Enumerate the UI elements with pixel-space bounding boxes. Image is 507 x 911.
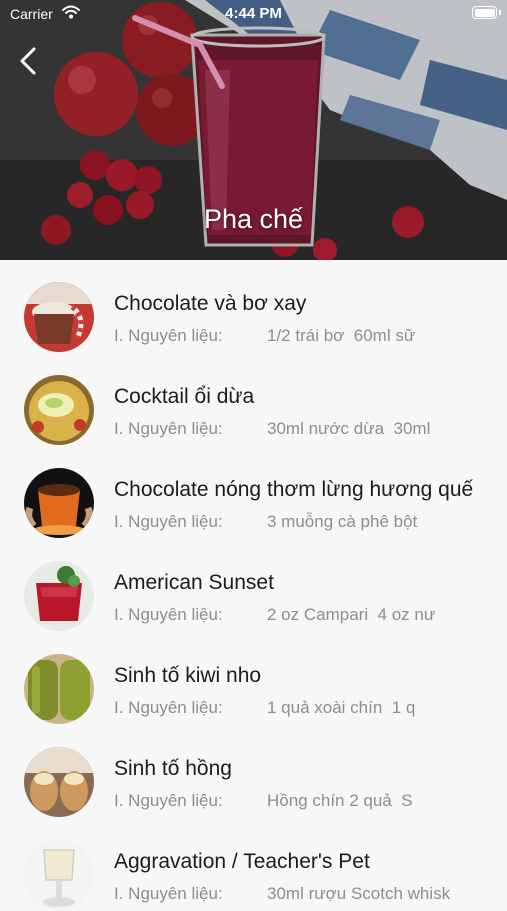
- chevron-left-icon: [20, 47, 36, 75]
- list-item[interactable]: Cocktail ổi dừa I. Nguyên liệu: 30ml nướ…: [0, 353, 507, 446]
- ingredients-label: I. Nguyên liệu:: [114, 419, 223, 438]
- recipe-ingredients: I. Nguyên liệu: 3 muỗng cà phê bột: [114, 512, 417, 532]
- recipe-title: American Sunset: [114, 571, 274, 594]
- recipe-ingredients: I. Nguyên liệu: 1/2 trái bơ 60ml sữ: [114, 326, 415, 346]
- list-item[interactable]: Sinh tố kiwi nho I. Nguyên liệu: 1 quả x…: [0, 632, 507, 725]
- recipe-title: Aggravation / Teacher's Pet: [114, 850, 370, 873]
- list-item[interactable]: Chocolate và bơ xay I. Nguyên liệu: 1/2 …: [0, 260, 507, 353]
- recipe-title: Chocolate nóng thơm lừng hương quế: [114, 478, 474, 501]
- recipe-thumbnail: [24, 282, 94, 352]
- recipe-thumbnail: [24, 375, 94, 445]
- ingredients-value: 30ml rượu Scotch whisk: [267, 884, 451, 903]
- battery-icon: [472, 6, 497, 19]
- ingredients-value: 1/2 trái bơ 60ml sữ: [267, 326, 416, 345]
- recipe-thumbnail: [24, 654, 94, 724]
- page-title: Pha chế: [203, 204, 304, 234]
- battery-tip: [499, 10, 501, 15]
- back-button[interactable]: [14, 44, 44, 78]
- list-item[interactable]: American Sunset I. Nguyên liệu: 2 oz Cam…: [0, 539, 507, 632]
- recipe-ingredients: I. Nguyên liệu: 30ml rượu Scotch whisk: [114, 884, 450, 904]
- recipe-ingredients: I. Nguyên liệu: 2 oz Campari 4 oz nư: [114, 605, 435, 625]
- status-bar: Carrier 4:44 PM: [0, 0, 507, 28]
- ingredients-label: I. Nguyên liệu:: [114, 605, 223, 624]
- recipe-ingredients: I. Nguyên liệu: Hồng chín 2 quả S: [114, 791, 413, 811]
- ingredients-label: I. Nguyên liệu:: [114, 512, 223, 531]
- recipe-ingredients: I. Nguyên liệu: 30ml nước dừa 30ml: [114, 419, 430, 439]
- recipe-thumbnail: [24, 747, 94, 817]
- list-item[interactable]: Aggravation / Teacher's Pet I. Nguyên li…: [0, 818, 507, 911]
- recipe-ingredients: I. Nguyên liệu: 1 quả xoài chín 1 q: [114, 698, 415, 718]
- ingredients-value: 2 oz Campari 4 oz nư: [267, 605, 436, 624]
- ingredients-value: 30ml nước dừa 30ml: [267, 419, 431, 438]
- clock: 4:44 PM: [225, 5, 282, 22]
- ingredients-value: 1 quả xoài chín 1 q: [267, 698, 416, 717]
- ingredients-label: I. Nguyên liệu:: [114, 791, 223, 810]
- ingredients-label: I. Nguyên liệu:: [114, 884, 223, 903]
- recipe-thumbnail: [24, 561, 94, 631]
- list-item[interactable]: Chocolate nóng thơm lừng hương quế I. Ng…: [0, 446, 507, 539]
- list-item[interactable]: Sinh tố hồng I. Nguyên liệu: Hồng chín 2…: [0, 725, 507, 818]
- ingredients-label: I. Nguyên liệu:: [114, 326, 223, 345]
- ingredients-value: Hồng chín 2 quả S: [267, 791, 413, 810]
- ingredients-value: 3 muỗng cà phê bột: [267, 512, 418, 531]
- ingredients-label: I. Nguyên liệu:: [114, 698, 223, 717]
- recipe-title: Chocolate và bơ xay: [114, 292, 307, 315]
- recipe-list: Chocolate và bơ xay I. Nguyên liệu: 1/2 …: [0, 260, 507, 911]
- recipe-title: Cocktail ổi dừa: [114, 385, 255, 408]
- recipe-thumbnail: [24, 468, 94, 538]
- recipe-title: Sinh tố kiwi nho: [114, 664, 262, 687]
- recipe-title: Sinh tố hồng: [114, 757, 232, 780]
